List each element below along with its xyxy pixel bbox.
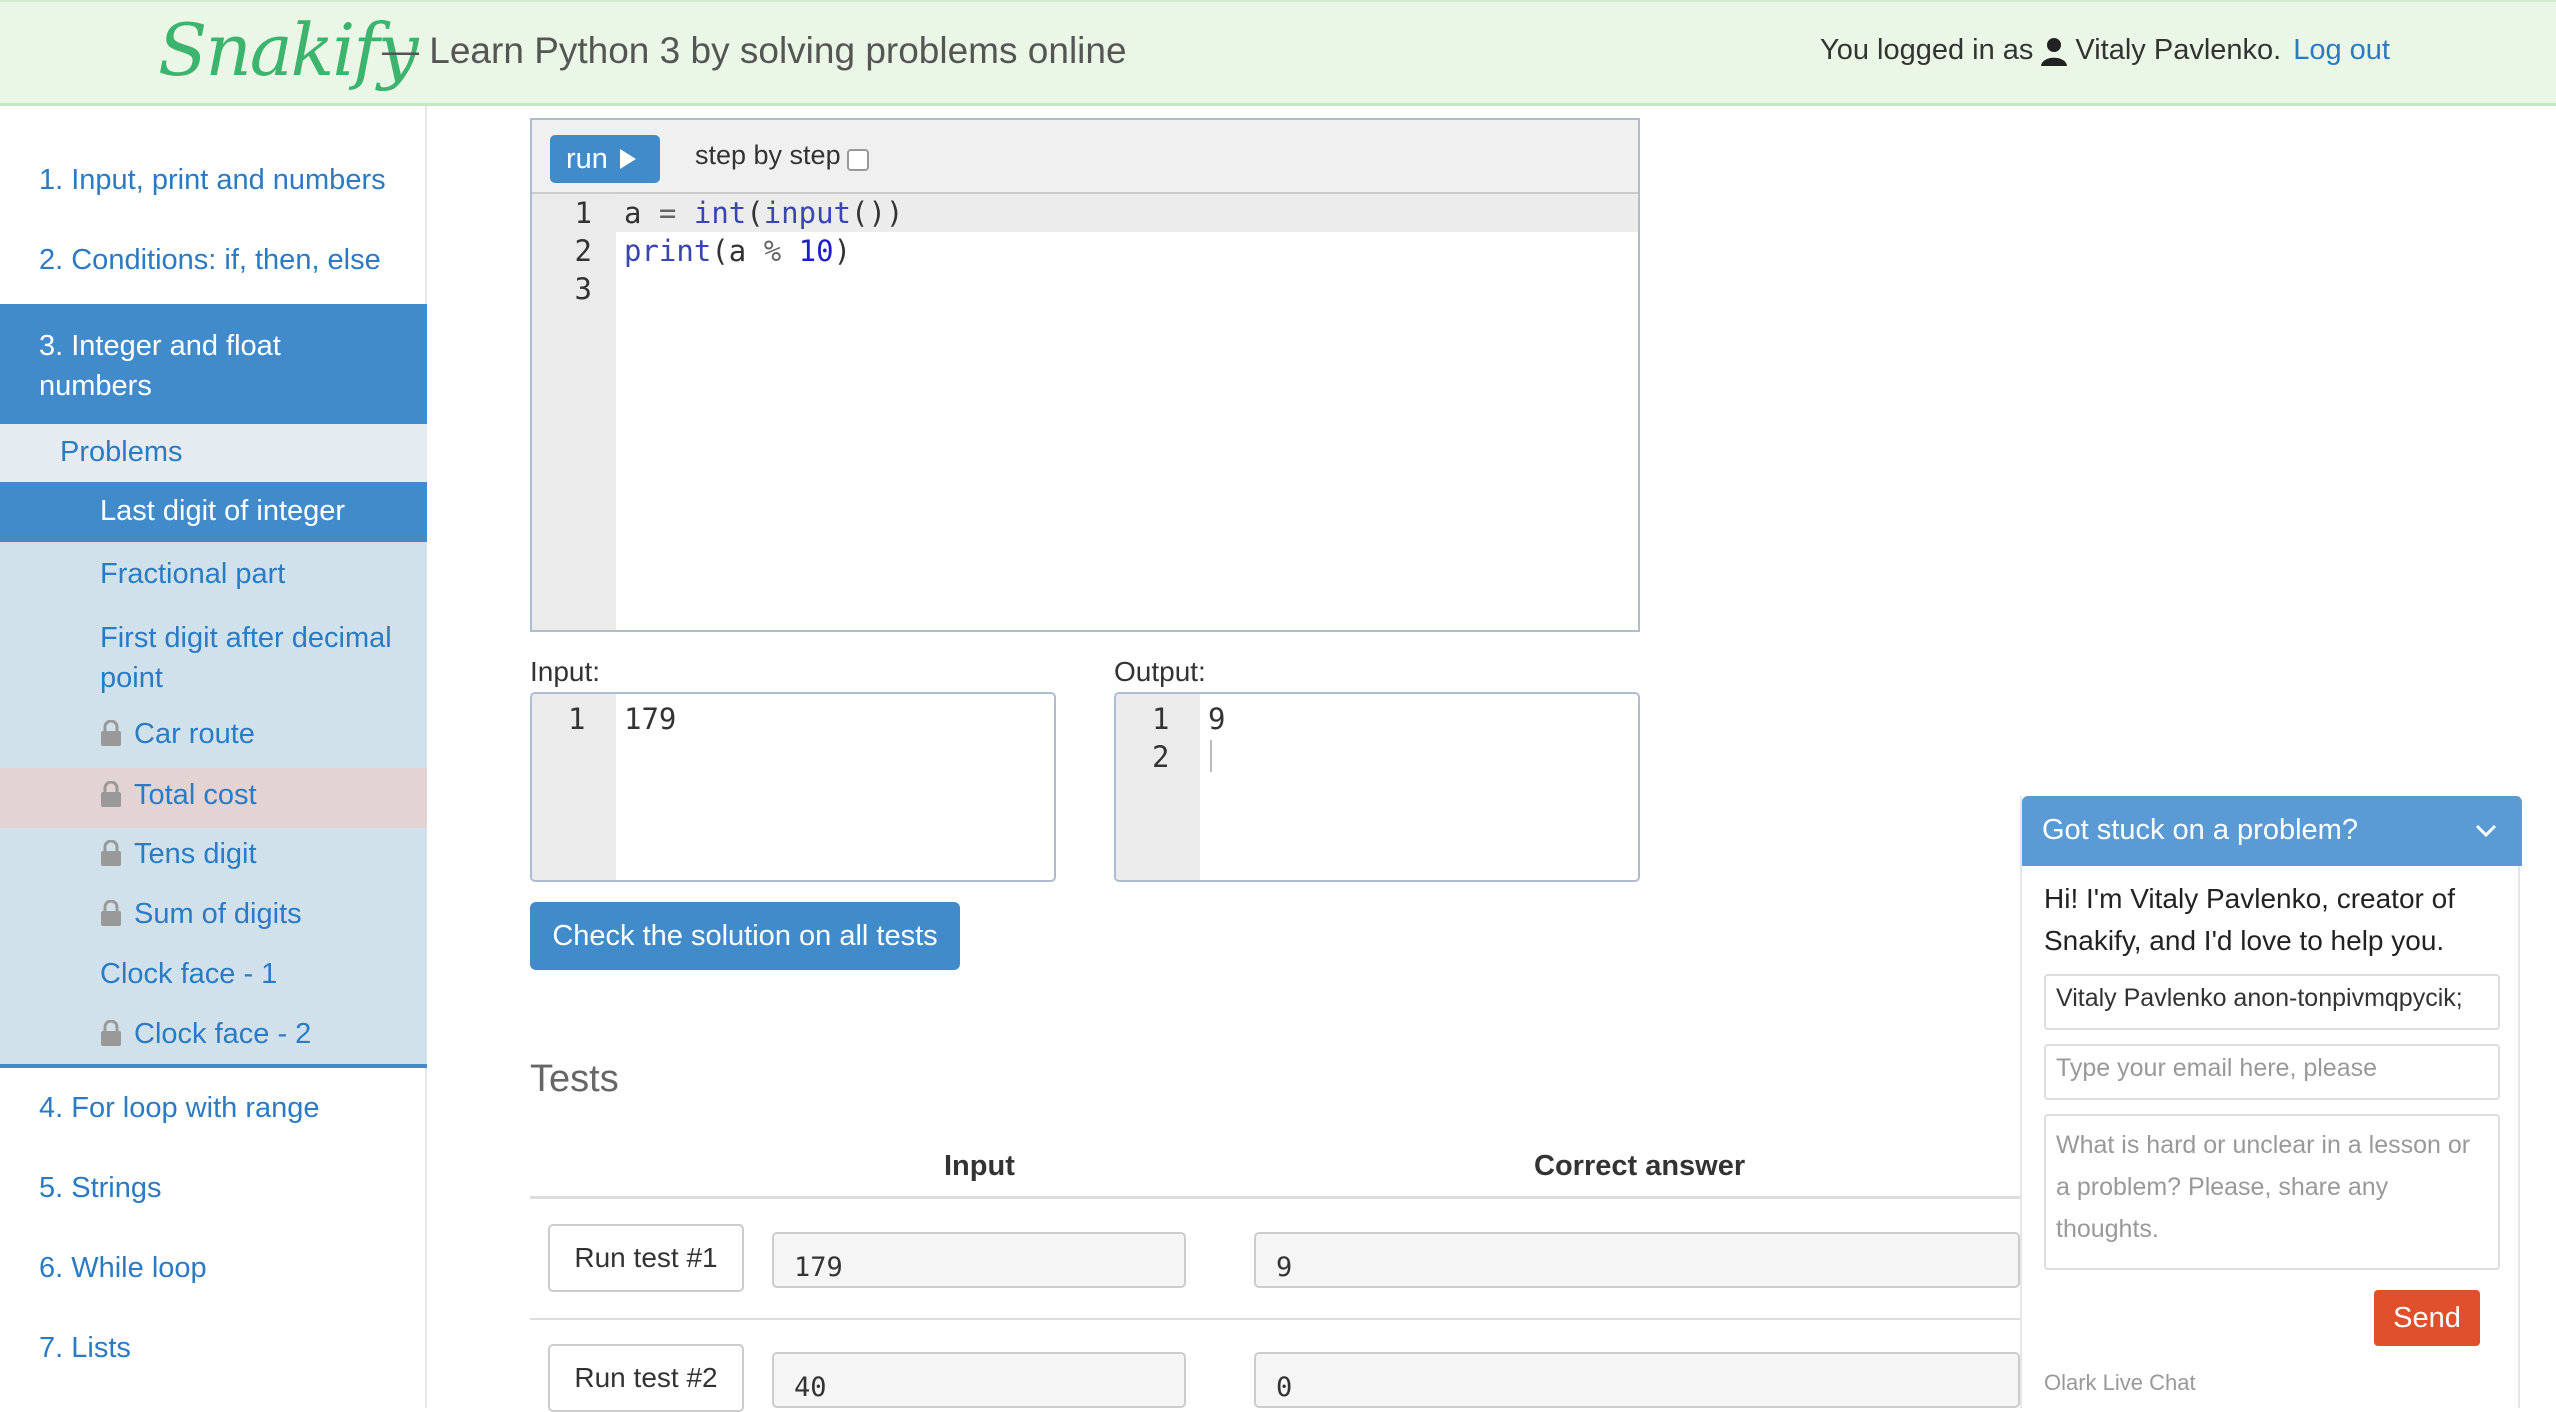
- chat-message-textarea[interactable]: What is hard or unclear in a lesson or a…: [2044, 1114, 2500, 1270]
- problems-heading[interactable]: Problems: [0, 424, 427, 482]
- line-number: 2: [1152, 740, 1170, 774]
- input-editor[interactable]: 1 179: [530, 692, 1056, 882]
- code-line: 2 print(a % 10): [532, 232, 1638, 270]
- input-text: 179: [624, 702, 677, 736]
- site-tagline: — Learn Python 3 by solving problems onl…: [382, 30, 1127, 71]
- logout-link[interactable]: Log out: [2293, 34, 2390, 67]
- text-cursor: [1210, 740, 1212, 772]
- chat-title: Got stuck on a problem?: [2042, 814, 2358, 846]
- tests-header-answer: Correct answer: [1534, 1150, 1746, 1182]
- input-label: Input:: [530, 656, 601, 687]
- problem-label: Clock face - 2: [134, 1018, 312, 1050]
- lock-icon: [101, 1020, 121, 1046]
- code-line: 1 a = int(input()): [532, 194, 1638, 232]
- problem-label: Tens digit: [134, 838, 257, 870]
- code-text-2: print(a % 10): [624, 234, 852, 268]
- problem-item-total-cost[interactable]: Total cost: [0, 768, 427, 828]
- sidebar-item-integer-float[interactable]: 3. Integer and float numbers: [0, 304, 427, 424]
- chat-footer: Olark Live Chat: [2044, 1370, 2196, 1395]
- sidebar-item-while-loop[interactable]: 6. While loop: [0, 1252, 427, 1285]
- problem-item-clock-face-1[interactable]: Clock face - 1: [0, 958, 427, 991]
- test-2-input: 40: [772, 1352, 1186, 1408]
- chat-send-button[interactable]: Send: [2374, 1290, 2480, 1346]
- lock-icon: [101, 720, 121, 746]
- line-number: 1: [1152, 702, 1170, 736]
- user-icon: [2041, 37, 2068, 66]
- editor-toolbar: run step by step: [532, 120, 1638, 194]
- tests-title: Tests: [530, 1058, 619, 1100]
- play-icon: [619, 149, 636, 169]
- chat-header[interactable]: Got stuck on a problem?: [2022, 796, 2522, 866]
- top-header: Snakify — Learn Python 3 by solving prob…: [0, 0, 2556, 106]
- problem-label: Total cost: [134, 779, 257, 811]
- line-number: 2: [574, 234, 592, 268]
- problem-item-fractional-part[interactable]: Fractional part: [0, 558, 427, 591]
- code-text-1: a = int(input()): [624, 196, 904, 230]
- problem-list: Problems Last digit of integer Fractiona…: [0, 424, 427, 1068]
- row-divider: [530, 1318, 2020, 1320]
- test-1-answer: 9: [1254, 1232, 2020, 1288]
- step-by-step-toggle[interactable]: step by step: [695, 140, 869, 171]
- problem-item-tens-digit[interactable]: Tens digit: [0, 838, 427, 871]
- lock-icon: [101, 781, 121, 807]
- run-test-1-button[interactable]: Run test #1: [548, 1224, 744, 1292]
- run-label: run: [566, 142, 608, 175]
- output-text: 9: [1208, 702, 1226, 736]
- step-by-step-label: step by step: [695, 140, 841, 170]
- snakify-logo[interactable]: Snakify: [158, 8, 419, 92]
- sidebar-item-strings[interactable]: 5. Strings: [0, 1172, 427, 1205]
- problem-label: Car route: [134, 718, 255, 750]
- line-number: 1: [574, 196, 592, 230]
- line-number: 1: [568, 702, 586, 736]
- problem-item-last-digit[interactable]: Last digit of integer: [0, 482, 427, 542]
- live-chat-widget: Got stuck on a problem? Hi! I'm Vitaly P…: [2020, 796, 2522, 1408]
- check-solution-button[interactable]: Check the solution on all tests: [530, 902, 960, 970]
- problem-label: Sum of digits: [134, 898, 302, 930]
- run-button[interactable]: run: [550, 135, 660, 183]
- problem-item-car-route[interactable]: Car route: [0, 718, 427, 751]
- tests-header-input: Input: [944, 1150, 1015, 1182]
- login-status: You logged in as Vitaly Pavlenko. Log ou…: [1820, 34, 2390, 67]
- sidebar-item-input-print[interactable]: 1. Input, print and numbers: [0, 164, 427, 197]
- line-number: 3: [574, 272, 592, 306]
- lock-icon: [101, 900, 121, 926]
- problem-item-sum-of-digits[interactable]: Sum of digits: [0, 898, 427, 931]
- chevron-down-icon[interactable]: [2472, 816, 2500, 844]
- tests-header-divider: [530, 1196, 2020, 1199]
- sidebar-item-conditions[interactable]: 2. Conditions: if, then, else: [0, 244, 427, 277]
- sidebar-item-lists[interactable]: 7. Lists: [0, 1332, 427, 1365]
- sidebar: 1. Input, print and numbers 2. Condition…: [0, 106, 427, 1408]
- step-by-step-checkbox[interactable]: [846, 148, 869, 171]
- sidebar-item-for-loop[interactable]: 4. For loop with range: [0, 1092, 427, 1125]
- output-label: Output:: [1114, 656, 1206, 687]
- problem-item-clock-face-2[interactable]: Clock face - 2: [0, 1018, 427, 1051]
- output-editor[interactable]: 1 9 2: [1114, 692, 1640, 882]
- problem-item-first-digit[interactable]: First digit after decimal point: [0, 618, 427, 698]
- test-1-input: 179: [772, 1232, 1186, 1288]
- chat-email-input[interactable]: Type your email here, please: [2044, 1044, 2500, 1100]
- login-prefix: You logged in as: [1820, 34, 2034, 66]
- run-test-2-button[interactable]: Run test #2: [548, 1344, 744, 1412]
- user-name: Vitaly Pavlenko.: [2075, 34, 2282, 66]
- code-editor[interactable]: run step by step 1 a = int(input()) 2 pr…: [530, 118, 1640, 632]
- chat-greeting: Hi! I'm Vitaly Pavlenko, creator of Snak…: [2044, 883, 2455, 956]
- test-2-answer: 0: [1254, 1352, 2020, 1408]
- chat-name-input[interactable]: Vitaly Pavlenko anon-tonpivmqpycik;: [2044, 974, 2500, 1030]
- lock-icon: [101, 840, 121, 866]
- code-line: 3: [532, 270, 1638, 308]
